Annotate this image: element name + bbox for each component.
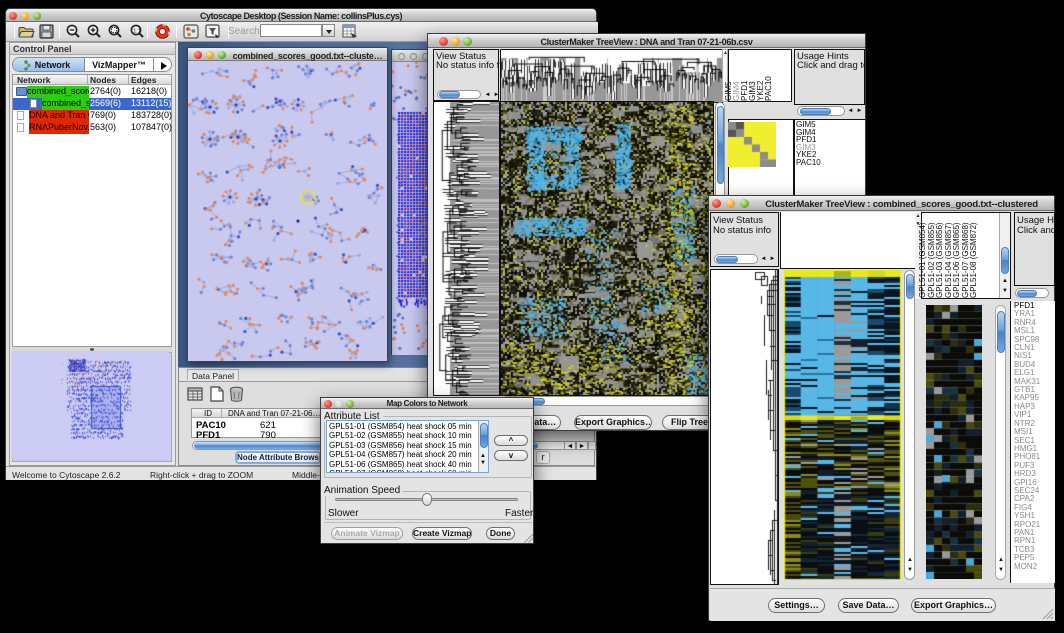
svg-text:1:1: 1:1 [133, 28, 141, 34]
